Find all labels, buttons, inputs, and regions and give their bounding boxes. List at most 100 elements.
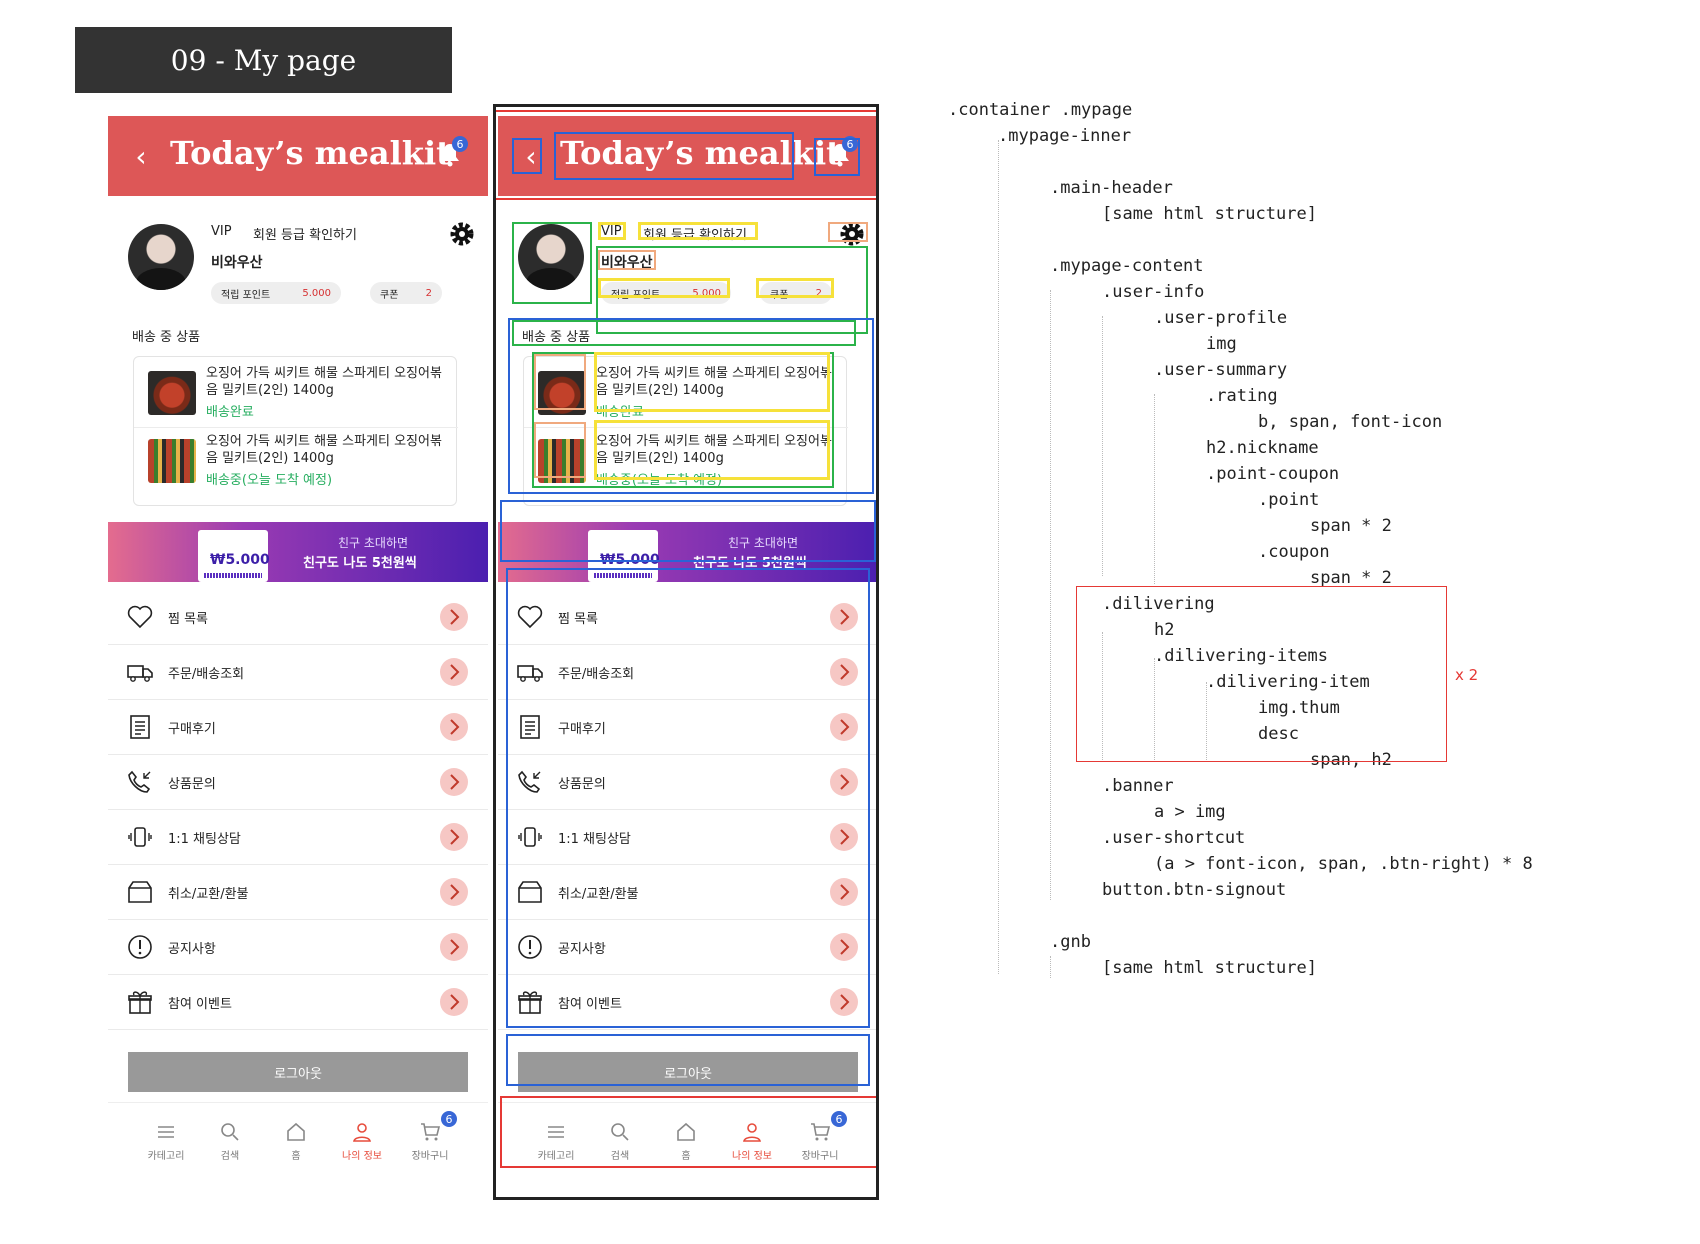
gnb-label: 장바구니 (801, 1151, 839, 1162)
ticket-amount: ₩5.000 (600, 552, 660, 568)
repeat-note: x 2 (1455, 666, 1479, 684)
shortcut-reviews[interactable]: 구매후기 (108, 700, 488, 755)
btn-right[interactable] (830, 768, 858, 796)
gnb-mypage[interactable]: 나의 정보 (337, 1117, 387, 1165)
btn-right[interactable] (440, 878, 468, 906)
code-line: b, span, font-icon (1258, 412, 1443, 432)
grade-link[interactable]: 회원 등급 확인하기 (643, 224, 747, 243)
chat-device-icon (518, 827, 542, 847)
shortcut-label: 1:1 채팅상담 (168, 831, 241, 847)
shortcut-inquiry[interactable]: 상품문의 (108, 755, 488, 810)
code-line: h2.nickname (1206, 438, 1319, 458)
point-value: 5.000 (302, 287, 331, 299)
gnb-search[interactable]: 검색 (595, 1117, 645, 1165)
coupon-pill[interactable]: 쿠폰 2 (760, 282, 832, 304)
dilivering-highlight-box (1076, 586, 1447, 762)
delivering-item[interactable]: 오징어 가득 씨키트 해물 스파게티 오징어볶음 밀키트(2인) 1400g 배… (146, 365, 446, 425)
gnb-label: 나의 정보 (732, 1151, 772, 1162)
shortcut-reviews[interactable]: 구매후기 (498, 700, 876, 755)
btn-right[interactable] (440, 713, 468, 741)
code-line: .mypage-inner (998, 126, 1132, 146)
gnb-category[interactable]: 카테고리 (141, 1117, 191, 1165)
code-line: .point-coupon (1206, 464, 1340, 484)
gift-icon (128, 991, 152, 1014)
delivering-item[interactable]: 오징어 가득 씨키트 해물 스파게티 오징어볶음 밀키트(2인) 1400g 배… (536, 365, 836, 425)
coupon-ticket: ₩5.000 (198, 530, 270, 582)
user-profile: VIP 회원 등급 확인하기 비와우산 적립 포인트 5.000 쿠폰 2 (498, 196, 876, 326)
menu-icon (548, 1126, 564, 1138)
btn-right[interactable] (440, 603, 468, 631)
doc-title: 09 - My page (75, 27, 452, 93)
banner-line1: 친구 초대하면 (728, 536, 799, 550)
shortcut-label: 구매후기 (168, 721, 216, 737)
chevron-left-icon[interactable]: ‹ (518, 140, 544, 173)
delivering-item[interactable]: 오징어 가득 씨키트 해물 스파게티 오징어볶음 밀키트(2인) 1400g 배… (536, 433, 836, 493)
coupon-ticket: ₩5.000 (588, 530, 660, 582)
shortcut-refund[interactable]: 취소/교환/환불 (498, 865, 876, 920)
btn-right[interactable] (440, 933, 468, 961)
shortcut-event[interactable]: 참여 이벤트 (498, 975, 876, 1030)
code-line: .coupon (1258, 542, 1330, 562)
coupon-label: 쿠폰 (770, 289, 789, 301)
gnb-home[interactable]: 홈 (271, 1117, 321, 1165)
gnb-label: 나의 정보 (342, 1151, 382, 1162)
gnb-home[interactable]: 홈 (661, 1117, 711, 1165)
btn-right[interactable] (440, 658, 468, 686)
grade-link[interactable]: 회원 등급 확인하기 (253, 224, 357, 243)
invite-banner[interactable]: ₩5.000 친구 초대하면 친구도 나도 5천원씩 (498, 522, 876, 582)
coupon-pill[interactable]: 쿠폰 2 (370, 282, 442, 304)
btn-right[interactable] (830, 603, 858, 631)
shortcut-chat[interactable]: 1:1 채팅상담 (498, 810, 876, 865)
code-line: a > img (1154, 802, 1226, 822)
shortcut-orders[interactable]: 주문/배송조회 (108, 645, 488, 700)
brand-title: Today’s mealkit (560, 134, 841, 172)
gnb-cart[interactable]: 장바구니 6 (405, 1111, 457, 1165)
delivery-status: 배송중(오늘 도착 예정) (206, 473, 333, 488)
shortcut-wishlist[interactable]: 찜 목록 (108, 590, 488, 645)
point-pill[interactable]: 적립 포인트 5.000 (601, 282, 731, 304)
delivering-section: 배송 중 상품 오징어 가득 씨키트 해물 스파게티 오징어볶음 밀키트(2인)… (498, 326, 876, 522)
delivering-title: 배송 중 상품 (522, 330, 591, 345)
shortcut-orders[interactable]: 주문/배송조회 (498, 645, 876, 700)
shortcut-notice[interactable]: 공지사항 (498, 920, 876, 975)
box-icon (518, 881, 542, 903)
shortcut-label: 찜 목록 (558, 611, 599, 627)
chevron-left-icon[interactable]: ‹ (128, 140, 154, 173)
shortcut-refund[interactable]: 취소/교환/환불 (108, 865, 488, 920)
point-label: 적립 포인트 (221, 289, 271, 301)
btn-right[interactable] (830, 658, 858, 686)
shortcut-label: 취소/교환/환불 (168, 886, 249, 902)
shortcut-label: 참여 이벤트 (558, 996, 622, 1012)
btn-right[interactable] (830, 713, 858, 741)
signout-button[interactable]: 로그아웃 (128, 1052, 468, 1092)
gear-icon[interactable] (838, 220, 866, 248)
shortcut-notice[interactable]: 공지사항 (108, 920, 488, 975)
btn-right[interactable] (830, 933, 858, 961)
shortcut-event[interactable]: 참여 이벤트 (108, 975, 488, 1030)
point-pill[interactable]: 적립 포인트 5.000 (211, 282, 341, 304)
gnb-mypage[interactable]: 나의 정보 (727, 1117, 777, 1165)
btn-right[interactable] (830, 988, 858, 1016)
delivering-item[interactable]: 오징어 가득 씨키트 해물 스파게티 오징어볶음 밀키트(2인) 1400g 배… (146, 433, 446, 493)
btn-right[interactable] (440, 988, 468, 1016)
btn-right[interactable] (830, 878, 858, 906)
gnb-search[interactable]: 검색 (205, 1117, 255, 1165)
btn-right[interactable] (440, 768, 468, 796)
shortcut-inquiry[interactable]: 상품문의 (498, 755, 876, 810)
invite-banner[interactable]: ₩5.000 친구 초대하면 친구도 나도 5천원씩 (108, 522, 488, 582)
shortcut-wishlist[interactable]: 찜 목록 (498, 590, 876, 645)
divider (524, 427, 848, 428)
gnb-category[interactable]: 카테고리 (531, 1117, 581, 1165)
btn-right[interactable] (830, 823, 858, 851)
shortcut-chat[interactable]: 1:1 채팅상담 (108, 810, 488, 865)
receipt-icon (130, 715, 150, 739)
heart-icon (127, 605, 153, 629)
avatar (518, 224, 584, 290)
code-line: button.btn-signout (1102, 880, 1287, 900)
code-line: .mypage-content (1050, 256, 1204, 276)
btn-right[interactable] (440, 823, 468, 851)
gear-icon[interactable] (448, 220, 476, 248)
gnb-cart[interactable]: 장바구니 6 (795, 1111, 847, 1165)
gnb-label: 장바구니 (411, 1151, 449, 1162)
signout-button[interactable]: 로그아웃 (518, 1052, 858, 1092)
